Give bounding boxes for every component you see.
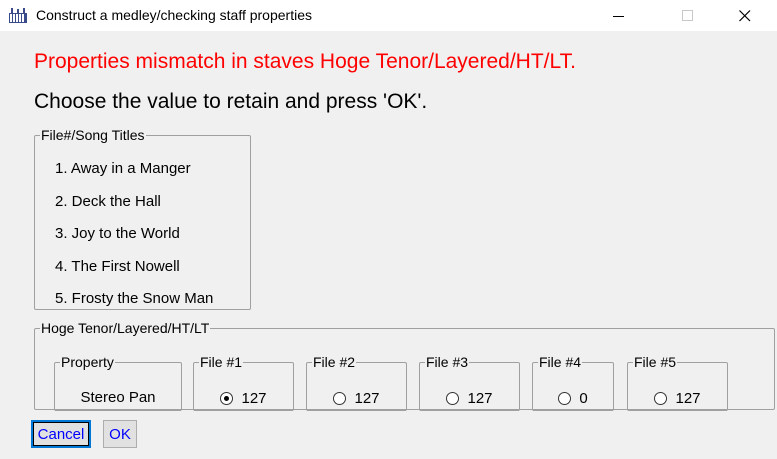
file-3-option[interactable]: 127 xyxy=(420,390,519,408)
maximize-button[interactable] xyxy=(665,0,711,31)
file-4-value: 0 xyxy=(579,390,588,408)
close-icon xyxy=(739,10,751,22)
song-titles-group: File#/Song Titles 1. Away in a Manger 2.… xyxy=(34,128,251,310)
file-4-box: File #4 0 xyxy=(532,355,614,411)
song-item: 3. Joy to the World xyxy=(55,225,180,242)
music-notes-icon xyxy=(9,8,27,23)
cancel-button[interactable]: Cancel xyxy=(31,420,91,448)
file-4-legend: File #4 xyxy=(539,354,582,370)
ok-button[interactable]: OK xyxy=(103,420,137,448)
song-item: 1. Away in a Manger xyxy=(55,160,191,177)
window-title: Construct a medley/checking staff proper… xyxy=(36,7,312,23)
file-1-legend: File #1 xyxy=(200,354,243,370)
instruction-message: Choose the value to retain and press 'OK… xyxy=(34,90,428,113)
file-1-option[interactable]: 127 xyxy=(194,390,293,408)
file-3-box: File #3 127 xyxy=(419,355,520,411)
file-4-option[interactable]: 0 xyxy=(533,390,613,408)
property-box: Property Stereo Pan xyxy=(54,355,182,411)
file-2-radio[interactable] xyxy=(333,392,347,406)
close-button[interactable] xyxy=(722,0,768,31)
file-5-box: File #5 127 xyxy=(627,355,728,411)
property-legend: Property xyxy=(61,354,114,370)
minimize-icon xyxy=(613,16,624,17)
file-2-legend: File #2 xyxy=(313,354,356,370)
staff-legend: Hoge Tenor/Layered/HT/LT xyxy=(41,320,210,336)
file-1-value: 127 xyxy=(241,390,267,408)
file-3-radio[interactable] xyxy=(446,392,460,406)
file-5-legend: File #5 xyxy=(634,354,677,370)
file-2-value: 127 xyxy=(354,390,380,408)
staff-properties-group: Hoge Tenor/Layered/HT/LT Property Stereo… xyxy=(34,320,775,411)
file-5-option[interactable]: 127 xyxy=(628,390,727,408)
song-titles-legend: File#/Song Titles xyxy=(41,127,145,143)
property-value: Stereo Pan xyxy=(80,389,156,406)
file-3-legend: File #3 xyxy=(426,354,469,370)
mismatch-message: Properties mismatch in staves Hoge Tenor… xyxy=(34,50,576,73)
song-item: 4. The First Nowell xyxy=(55,258,180,275)
file-1-box: File #1 127 xyxy=(193,355,294,411)
file-2-option[interactable]: 127 xyxy=(307,390,406,408)
file-3-value: 127 xyxy=(467,390,493,408)
file-5-value: 127 xyxy=(675,390,701,408)
file-4-radio[interactable] xyxy=(558,392,572,406)
file-1-radio[interactable] xyxy=(220,392,234,406)
file-5-radio[interactable] xyxy=(654,392,668,406)
file-2-box: File #2 127 xyxy=(306,355,407,411)
maximize-icon xyxy=(682,10,693,21)
title-bar: Construct a medley/checking staff proper… xyxy=(0,0,777,31)
song-item: 5. Frosty the Snow Man xyxy=(55,290,214,307)
minimize-button[interactable] xyxy=(596,0,642,31)
song-item: 2. Deck the Hall xyxy=(55,193,161,210)
